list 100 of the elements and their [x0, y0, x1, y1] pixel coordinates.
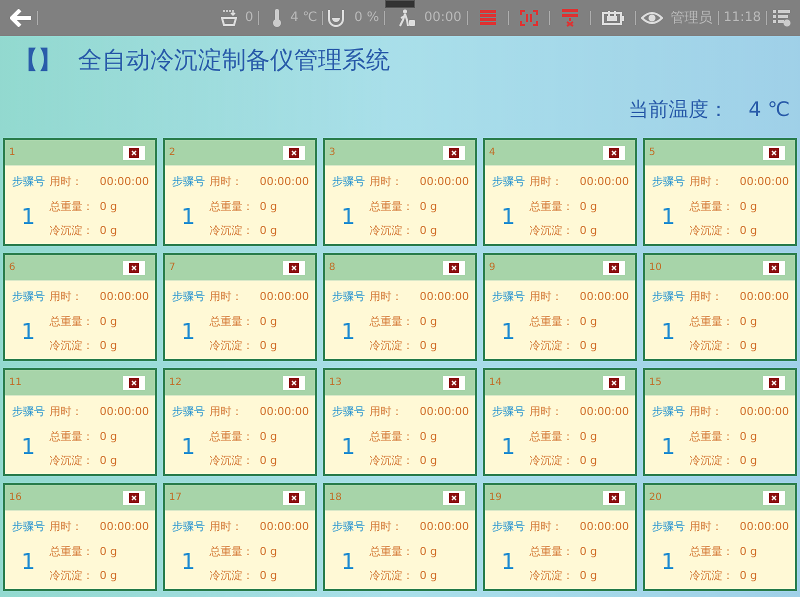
step-label: 步骤号	[332, 174, 365, 190]
time-label: 用时：	[50, 404, 84, 420]
step-number: 1	[661, 318, 676, 346]
walking-person-icon[interactable]	[398, 9, 416, 27]
step-label: 步骤号	[652, 174, 685, 190]
close-button[interactable]	[443, 146, 465, 160]
sediment-label: 冷沉淀：	[690, 568, 735, 584]
eye-icon[interactable]	[640, 11, 663, 25]
user-name: 管理员	[670, 8, 713, 28]
time-label: 用时：	[210, 404, 244, 420]
sediment-value: 0 g	[580, 223, 598, 239]
card-number: 18	[329, 491, 342, 505]
sediment-value: 0 g	[740, 453, 758, 469]
close-button[interactable]	[443, 260, 465, 274]
step-number: 1	[21, 434, 36, 462]
close-button[interactable]	[763, 490, 785, 504]
container-icon[interactable]	[328, 9, 344, 27]
sediment-label: 冷沉淀：	[50, 338, 95, 354]
time-value: 00:00:00	[740, 174, 789, 190]
sediment-label: 冷沉淀：	[210, 453, 255, 469]
sediment-label: 冷沉淀：	[530, 223, 575, 239]
step-number: 1	[21, 318, 36, 346]
basin-icon[interactable]	[221, 9, 237, 27]
card-number: 11	[9, 376, 22, 390]
weight-label: 总重量：	[50, 314, 95, 330]
step-label: 步骤号	[172, 289, 205, 305]
weight-value: 0 g	[740, 314, 758, 330]
weight-value: 0 g	[260, 198, 278, 214]
close-button[interactable]	[123, 146, 145, 160]
card-number: 5	[649, 146, 656, 160]
close-button[interactable]	[763, 376, 785, 390]
close-button[interactable]	[603, 260, 625, 274]
weight-value: 0 g	[740, 428, 758, 444]
close-button[interactable]	[283, 376, 305, 390]
step-label: 步骤号	[492, 174, 525, 190]
time-label: 用时：	[690, 174, 724, 190]
back-arrow-icon[interactable]	[10, 9, 32, 27]
time-label: 用时：	[690, 289, 724, 305]
sediment-label: 冷沉淀：	[50, 453, 95, 469]
card-number: 19	[489, 491, 502, 505]
close-icon	[129, 148, 139, 158]
card-number: 9	[489, 261, 496, 275]
time-label: 用时：	[210, 174, 244, 190]
time-label: 用时：	[370, 404, 404, 420]
time-label: 用时：	[50, 174, 84, 190]
close-button[interactable]	[443, 376, 465, 390]
sediment-label: 冷沉淀：	[690, 453, 735, 469]
close-button[interactable]	[443, 490, 465, 504]
close-icon	[449, 148, 459, 158]
close-icon	[129, 378, 139, 388]
close-button[interactable]	[123, 260, 145, 274]
step-number: 1	[181, 434, 196, 462]
close-button[interactable]	[123, 490, 145, 504]
status-temperature: 4 ℃	[290, 9, 318, 28]
close-button[interactable]	[603, 376, 625, 390]
time-value: 00:00:00	[100, 174, 149, 190]
close-button[interactable]	[283, 490, 305, 504]
time-label: 用时：	[530, 404, 564, 420]
window-handle	[385, 0, 415, 8]
battery-plug-icon[interactable]	[602, 11, 624, 25]
weight-label: 总重量：	[50, 544, 95, 560]
close-icon	[609, 262, 619, 272]
close-icon	[289, 378, 299, 388]
time-label: 用时：	[210, 519, 244, 535]
card-number: 20	[649, 491, 662, 505]
weight-label: 总重量：	[690, 428, 735, 444]
sediment-label: 冷沉淀：	[370, 568, 415, 584]
close-icon	[769, 262, 779, 272]
close-button[interactable]	[603, 490, 625, 504]
close-icon	[289, 262, 299, 272]
step-label: 步骤号	[12, 404, 45, 420]
step-label: 步骤号	[172, 519, 205, 535]
time-value: 00:00:00	[740, 289, 789, 305]
close-button[interactable]	[123, 376, 145, 390]
time-value: 00:00:00	[260, 174, 309, 190]
close-button[interactable]	[283, 260, 305, 274]
card-number: 14	[489, 376, 502, 390]
sediment-value: 0 g	[100, 223, 118, 239]
step-label: 步骤号	[492, 289, 525, 305]
app-title: 全自动冷沉淀制备仪管理系统	[78, 45, 390, 76]
close-icon	[129, 492, 139, 502]
close-button[interactable]	[763, 146, 785, 160]
step-label: 步骤号	[652, 404, 685, 420]
weight-label: 总重量：	[370, 314, 415, 330]
weight-value: 0 g	[580, 314, 598, 330]
time-label: 用时：	[690, 404, 724, 420]
weight-value: 0 g	[100, 198, 118, 214]
sediment-value: 0 g	[100, 453, 118, 469]
weight-label: 总重量：	[210, 428, 255, 444]
step-number: 1	[181, 204, 196, 232]
close-icon	[609, 492, 619, 502]
card-number: 17	[169, 491, 182, 505]
close-icon	[609, 378, 619, 388]
close-button[interactable]	[283, 146, 305, 160]
bracket-label: 【】	[14, 45, 62, 76]
card-number: 4	[489, 146, 496, 160]
step-number: 1	[341, 318, 356, 346]
close-button[interactable]	[763, 260, 785, 274]
weight-value: 0 g	[580, 428, 598, 444]
close-button[interactable]	[603, 146, 625, 160]
